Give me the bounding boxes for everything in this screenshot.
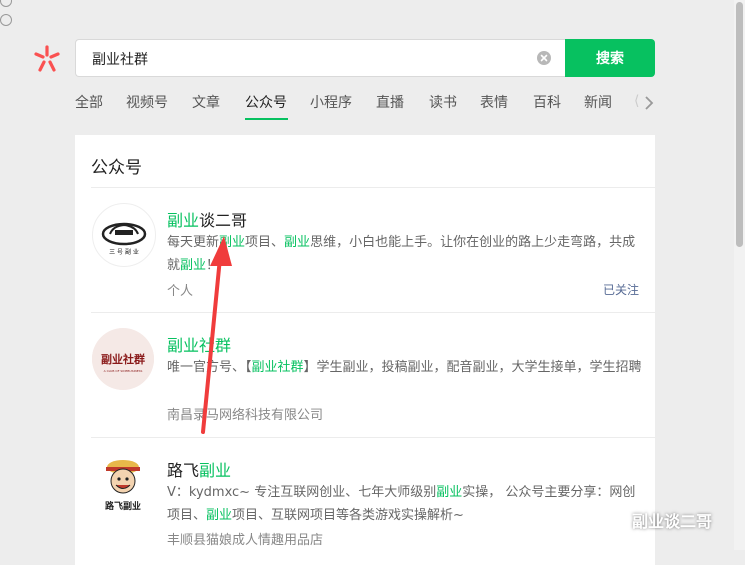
tab-mini-programs[interactable]: 小程序 — [310, 92, 352, 112]
svg-text:路飞副业: 路飞副业 — [105, 500, 141, 512]
watermark-text: 副业谈二哥 — [632, 512, 713, 531]
tab-articles[interactable]: 文章 — [192, 92, 220, 112]
divider — [91, 187, 655, 188]
clear-icon[interactable] — [537, 51, 551, 65]
circle-icon — [0, 0, 12, 7]
avatar: 路飞副业 — [92, 453, 154, 515]
result-owner: 个人 — [167, 284, 194, 299]
tab-official-accounts[interactable]: 公众号 — [245, 92, 287, 112]
results-panel: 公众号 三 号 副 业 副业谈二哥 每天更新副业项目、副业思维，小白也能上手。让… — [75, 135, 655, 565]
avatar: 副业社群 A CLUB OF SIDEBUSINESS — [92, 328, 154, 390]
tab-books[interactable]: 读书 — [429, 92, 457, 112]
scrollbar-thumb[interactable] — [736, 2, 743, 247]
followed-status[interactable]: 已关注 — [603, 281, 639, 298]
divider — [91, 437, 655, 438]
search-input[interactable] — [90, 40, 524, 78]
result-description: 每天更新副业项目、副业思维，小白也能上手。让你在创业的路上少走弯路，共成就副业！ — [167, 235, 636, 273]
divider — [91, 312, 655, 313]
svg-text:副业社群: 副业社群 — [101, 352, 145, 366]
wechat-search-logo-icon[interactable] — [32, 44, 62, 74]
circle-icon — [0, 14, 12, 26]
tab-encyclopedia[interactable]: 百科 — [533, 92, 561, 112]
result-description: 唯一官方号、【副业社群】学生副业，投稿副业，配音副业，大学生接单，学生招聘 — [167, 360, 642, 375]
tab-live[interactable]: 直播 — [376, 92, 404, 112]
result-title[interactable]: 副业社群 — [167, 332, 231, 356]
result-owner: 南昌录马网络科技有限公司 — [167, 408, 324, 423]
result-description: V：kydmxc~ 专注互联网创业、七年大师级别副业实操， 公众号主要分享：网创… — [167, 485, 636, 523]
search-box — [75, 39, 565, 78]
watermark: 副业谈二哥 — [598, 507, 712, 533]
wechat-icon — [598, 509, 624, 529]
car-logo-icon: 三 号 副 业 — [101, 222, 147, 256]
svg-text:三 号 副 业: 三 号 副 业 — [109, 248, 139, 256]
cartoon-face-icon: 路飞副业 — [105, 460, 141, 512]
avatar: 三 号 副 业 — [92, 203, 156, 267]
tab-stickers[interactable]: 表情 — [480, 92, 508, 112]
chevron-right-icon[interactable] — [641, 93, 657, 113]
tab-news[interactable]: 新闻 — [584, 92, 612, 112]
search-button[interactable]: 搜索 — [565, 39, 655, 77]
panel-title: 公众号 — [91, 158, 142, 178]
result-title[interactable]: 路飞副业 — [167, 457, 231, 481]
result-owner: 丰顺县猫娘成人情趣用品店 — [167, 533, 324, 548]
result-title[interactable]: 副业谈二哥 — [167, 207, 247, 231]
tab-all[interactable]: 全部 — [75, 92, 103, 112]
tab-video[interactable]: 视频号 — [126, 92, 168, 112]
svg-text:A CLUB OF SIDEBUSINESS: A CLUB OF SIDEBUSINESS — [104, 369, 143, 373]
active-tab-indicator — [245, 118, 288, 120]
brand-logo-icon: 副业社群 A CLUB OF SIDEBUSINESS — [92, 328, 154, 390]
window-controls — [0, 0, 80, 26]
